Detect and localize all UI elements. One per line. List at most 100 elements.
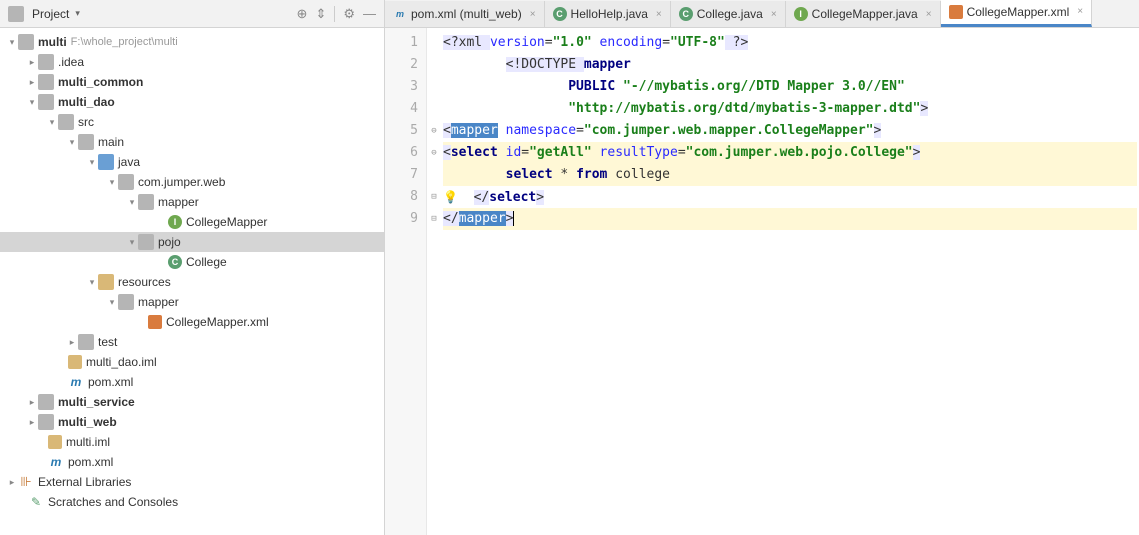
line-number: 6: [385, 142, 418, 164]
tree-item[interactable]: CollegeMapper.xml: [0, 312, 384, 332]
tree-label: multi_common: [58, 75, 143, 89]
tree-item[interactable]: resources: [0, 272, 384, 292]
target-icon[interactable]: ⊕: [297, 6, 308, 22]
close-icon[interactable]: ×: [1077, 6, 1083, 17]
project-icon: [8, 6, 24, 22]
tree-root[interactable]: multi F:\whole_project\multi: [0, 32, 384, 52]
libraries-icon: ⊪: [18, 474, 34, 490]
interface-icon: I: [794, 7, 808, 21]
scratches-icon: ✎: [28, 494, 44, 510]
tree-item[interactable]: main: [0, 132, 384, 152]
tree-item[interactable]: com.jumper.web: [0, 172, 384, 192]
tab-pom[interactable]: mpom.xml (multi_web)×: [385, 1, 545, 27]
tab-college[interactable]: CCollege.java×: [671, 1, 786, 27]
tree-item[interactable]: mapper: [0, 292, 384, 312]
tree-label: Scratches and Consoles: [48, 495, 178, 509]
tab-hellohelp[interactable]: CHelloHelp.java×: [545, 1, 671, 27]
line-number: 5: [385, 120, 418, 142]
folder-icon: [78, 134, 94, 150]
tree-label: External Libraries: [38, 475, 131, 489]
fold-gutter: ⊖ ⊖ ⊟ ⊟: [427, 28, 441, 535]
folder-icon: [78, 334, 94, 350]
code-line: <!DOCTYPE mapper: [443, 54, 1137, 76]
code-line: <?xml version="1.0" encoding="UTF-8" ?>: [443, 32, 1137, 54]
line-number: 7: [385, 164, 418, 186]
interface-icon: I: [168, 215, 182, 229]
tree-label: com.jumper.web: [138, 175, 225, 189]
maven-file-icon: m: [48, 454, 64, 470]
tree-item[interactable]: multi_common: [0, 72, 384, 92]
code-line: 💡 </select>: [443, 186, 1137, 208]
folder-icon: [58, 114, 74, 130]
folder-icon: [38, 54, 54, 70]
settings-icon[interactable]: ⚙: [343, 6, 355, 22]
line-number: 4: [385, 98, 418, 120]
tree-item[interactable]: multi.iml: [0, 432, 384, 452]
tree-item-selected[interactable]: pojo: [0, 232, 384, 252]
tree-label: main: [98, 135, 124, 149]
code-line: select * from college: [443, 164, 1137, 186]
tree-item[interactable]: test: [0, 332, 384, 352]
tree-label: resources: [118, 275, 171, 289]
tab-label: CollegeMapper.xml: [967, 5, 1070, 19]
editor-tabs: mpom.xml (multi_web)× CHelloHelp.java× C…: [385, 0, 1139, 28]
code-line: <select id="getAll" resultType="com.jump…: [443, 142, 1137, 164]
module-icon: [38, 414, 54, 430]
tree-path: F:\whole_project\multi: [71, 36, 178, 48]
tree-label: multi: [38, 35, 67, 49]
close-icon[interactable]: ×: [656, 9, 662, 20]
panel-header: Project ▾ ⊕ ⇕ ⚙ —: [0, 0, 384, 28]
tree-item[interactable]: ✎ Scratches and Consoles: [0, 492, 384, 512]
close-icon[interactable]: ×: [771, 9, 777, 20]
fold-end-icon[interactable]: ⊟: [427, 208, 441, 230]
tree-label: pojo: [158, 235, 181, 249]
tree-item[interactable]: multi_web: [0, 412, 384, 432]
code-line: PUBLIC "-//mybatis.org//DTD Mapper 3.0//…: [443, 76, 1137, 98]
tree-label: multi_service: [58, 395, 135, 409]
class-icon: C: [553, 7, 567, 21]
project-tree[interactable]: multi F:\whole_project\multi .idea multi…: [0, 28, 384, 535]
line-gutter: 1 2 3 4 5 6 7 8 9: [385, 28, 427, 535]
tree-item[interactable]: ICollegeMapper: [0, 212, 384, 232]
tree-item[interactable]: CCollege: [0, 252, 384, 272]
module-icon: [38, 94, 54, 110]
code-line: <mapper namespace="com.jumper.web.mapper…: [443, 120, 1137, 142]
tree-item[interactable]: src: [0, 112, 384, 132]
tab-collegemapper-java[interactable]: ICollegeMapper.java×: [786, 1, 941, 27]
resources-folder-icon: [98, 274, 114, 290]
maven-file-icon: m: [68, 374, 84, 390]
line-number: 2: [385, 54, 418, 76]
fold-icon[interactable]: ⊖: [427, 120, 441, 142]
tree-item[interactable]: java: [0, 152, 384, 172]
chevron-down-icon[interactable]: ▾: [75, 8, 80, 19]
collapse-icon[interactable]: ⇕: [315, 6, 326, 22]
fold-icon[interactable]: ⊖: [427, 142, 441, 164]
panel-title[interactable]: Project: [32, 7, 69, 21]
code-line: </mapper>: [443, 208, 1137, 230]
tree-label: multi_web: [58, 415, 117, 429]
tree-item[interactable]: multi_dao: [0, 92, 384, 112]
tree-item[interactable]: mpom.xml: [0, 372, 384, 392]
fold-end-icon[interactable]: ⊟: [427, 186, 441, 208]
close-icon[interactable]: ×: [530, 9, 536, 20]
hide-icon[interactable]: —: [363, 6, 376, 21]
tree-item[interactable]: multi_dao.iml: [0, 352, 384, 372]
tree-item[interactable]: mpom.xml: [0, 452, 384, 472]
xml-file-icon: [148, 315, 162, 329]
tab-collegemapper-xml[interactable]: CollegeMapper.xml ×: [941, 0, 1093, 27]
xml-file-icon: [949, 5, 963, 19]
tree-item[interactable]: ⊪ External Libraries: [0, 472, 384, 492]
code-area[interactable]: <?xml version="1.0" encoding="UTF-8" ?> …: [441, 28, 1139, 535]
iml-file-icon: [48, 435, 62, 449]
editor-panel: mpom.xml (multi_web)× CHelloHelp.java× C…: [385, 0, 1139, 535]
iml-file-icon: [68, 355, 82, 369]
tree-label: test: [98, 335, 117, 349]
tree-item[interactable]: .idea: [0, 52, 384, 72]
code-editor[interactable]: 1 2 3 4 5 6 7 8 9 ⊖ ⊖ ⊟ ⊟ <?xml version=…: [385, 28, 1139, 535]
tree-item[interactable]: mapper: [0, 192, 384, 212]
close-icon[interactable]: ×: [926, 9, 932, 20]
tree-item[interactable]: multi_service: [0, 392, 384, 412]
lightbulb-icon[interactable]: 💡: [443, 190, 458, 204]
folder-icon: [118, 294, 134, 310]
line-number: 8: [385, 186, 418, 208]
